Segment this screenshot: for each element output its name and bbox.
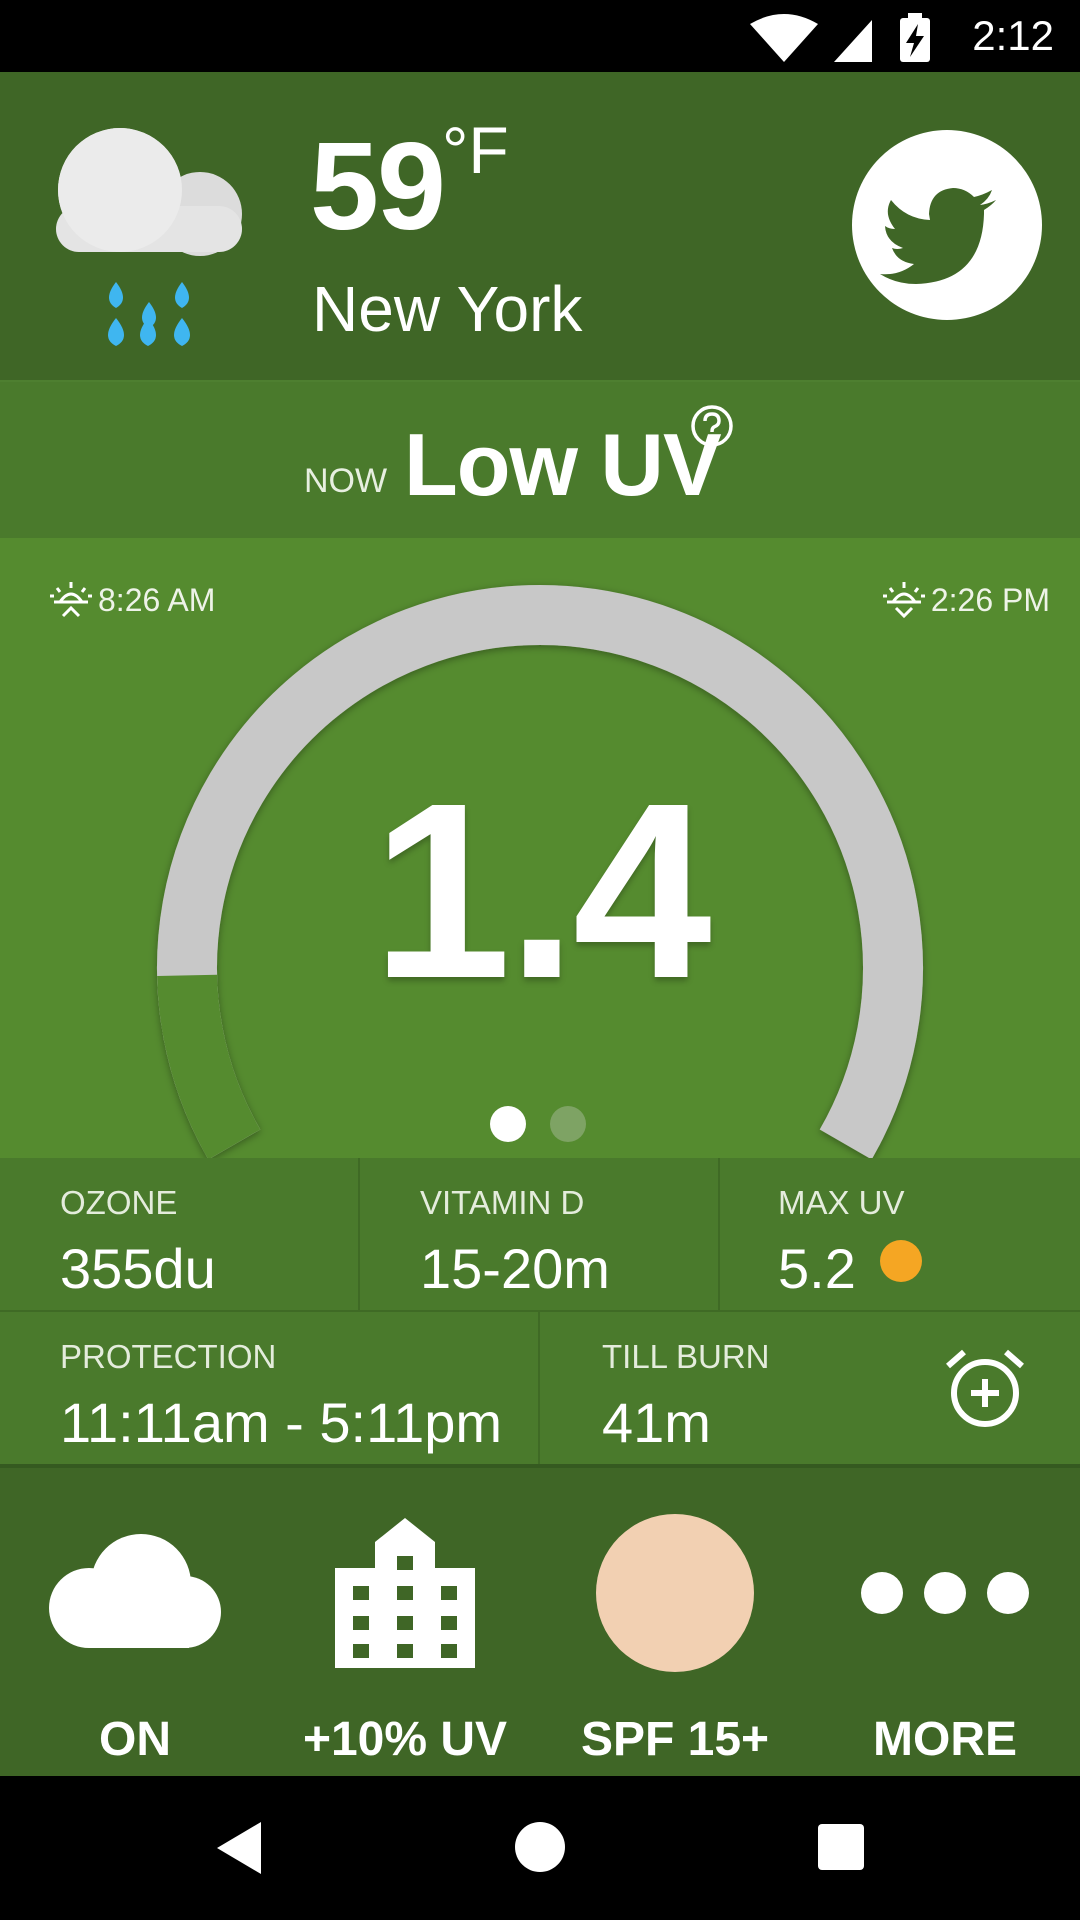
building-icon [335,1518,475,1668]
vitamin-d-cell[interactable]: VITAMIN D 15-20m [358,1158,718,1310]
signal-icon [834,20,872,62]
sunrise-label: 8:26 AM [98,581,216,618]
max-uv-label: MAX UV [778,1184,905,1221]
page-dot-2[interactable] [550,1106,586,1142]
uv-banner: NOW Low UV [0,380,1080,538]
vitamin-d-label: VITAMIN D [420,1184,585,1221]
ozone-value: 355du [60,1237,216,1300]
protection-cell[interactable]: PROTECTION 11:11am - 5:11pm [0,1312,538,1464]
cloud-rain-icon [56,128,242,346]
protection-label: PROTECTION [60,1338,277,1375]
back-icon[interactable] [215,1820,265,1876]
weather-header: 59 °F New York [0,72,1080,380]
cloud-icon [49,1534,221,1648]
city-name: New York [312,273,583,345]
till-burn-value: 41m [602,1391,711,1454]
uv-level-title: Low UV [404,415,722,514]
sunset-label: 2:26 PM [930,581,1050,618]
till-burn-cell[interactable]: TILL BURN 41m [538,1312,1080,1464]
uv-gauge-panel[interactable]: 8:26 AM 2:26 PM 1.4 [0,538,1080,1158]
alarm-add-icon[interactable] [944,1348,1026,1430]
status-time: 2:12 [972,12,1054,59]
page-indicator[interactable] [490,1106,586,1142]
max-uv-value-wrap: 5.2 [778,1236,922,1301]
max-uv-indicator [879,1240,922,1282]
twitter-share-button[interactable] [852,130,1042,320]
urban-setting-button[interactable]: +10% UV [270,1468,540,1776]
actions-row: ON +10% UV SPF 15+ MORE [0,1464,1080,1776]
twitter-icon [880,188,996,284]
max-uv-cell[interactable]: MAX UV 5.2 [718,1158,1080,1310]
battery-charging-icon [900,13,930,62]
more-button[interactable]: MORE [810,1468,1080,1776]
recents-icon[interactable] [818,1824,864,1870]
skin-tone-icon [596,1514,754,1672]
sunset-icon [882,582,925,619]
uv-index-value: 1.4 [372,751,712,1030]
now-label: NOW [304,462,388,500]
urban-setting-label: +10% UV [302,1713,508,1766]
sunrise-time: 8:26 AM [48,576,215,624]
more-icon [861,1572,1029,1614]
status-bar: 2:12 [0,0,1080,72]
navigation-bar [0,1776,1080,1920]
cloud-toggle-label: ON [99,1713,171,1766]
vitamin-d-value: 15-20m [420,1237,610,1300]
skin-type-label: SPF 15+ [580,1713,770,1766]
status-icons [750,13,930,62]
stats-row-1: OZONE 355du VITAMIN D 15-20m MAX UV 5.2 [0,1158,1080,1310]
more-label: MORE [873,1713,1017,1766]
page-dot-1[interactable] [490,1106,526,1142]
cloud-toggle-button[interactable]: ON [0,1468,270,1776]
skin-type-button[interactable]: SPF 15+ [540,1468,810,1776]
stats-row-2: PROTECTION 11:11am - 5:11pm TILL BURN 41… [0,1310,1080,1464]
temperature-value: 59 [310,118,446,256]
temperature-unit: °F [442,113,509,187]
sunrise-icon [50,582,92,618]
wifi-icon [750,14,818,62]
ozone-cell[interactable]: OZONE 355du [0,1158,358,1310]
sunset-time: 2:26 PM [881,576,1050,624]
help-icon[interactable] [690,404,734,448]
protection-value: 11:11am - 5:11pm [60,1391,503,1454]
home-icon[interactable] [515,1822,565,1872]
ozone-label: OZONE [60,1184,178,1221]
till-burn-label: TILL BURN [602,1338,770,1375]
max-uv-value: 5.2 [778,1237,856,1300]
